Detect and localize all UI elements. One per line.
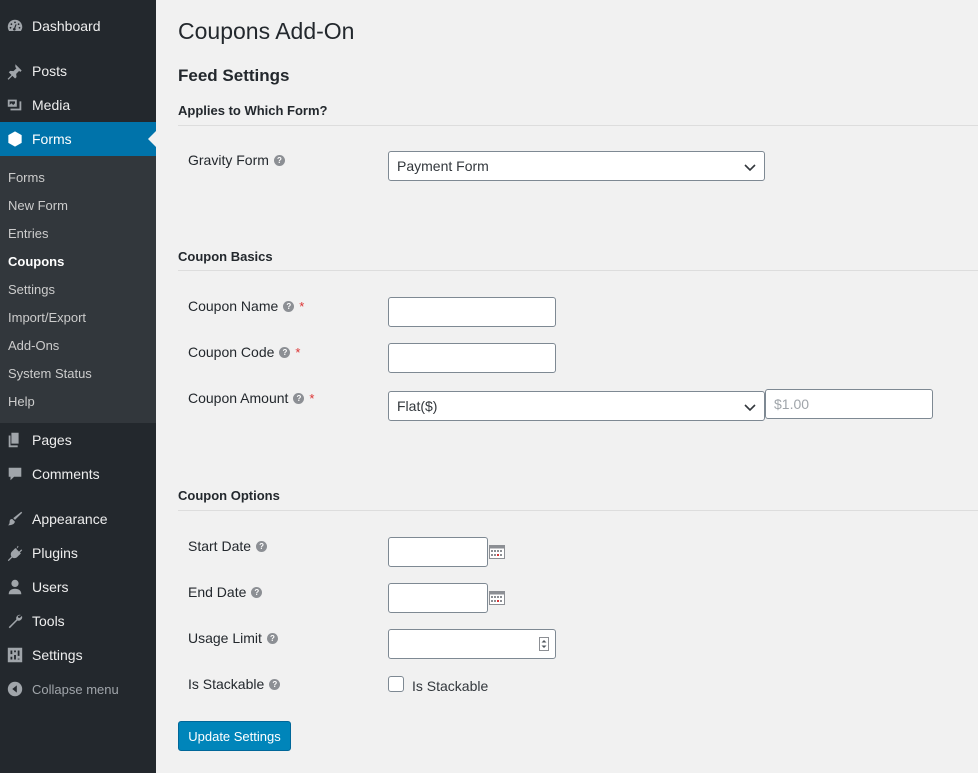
menu-posts[interactable]: Posts	[0, 54, 156, 88]
appearance-icon	[5, 509, 25, 529]
label-text: Gravity Form	[188, 152, 269, 168]
required-mark: *	[295, 344, 301, 360]
section-divider	[178, 270, 978, 271]
label-text: Usage Limit	[188, 630, 262, 646]
start-date-input[interactable]	[388, 537, 488, 567]
menu-label: Users	[32, 579, 69, 595]
help-icon[interactable]: ?	[279, 346, 291, 358]
dashboard-icon	[5, 16, 25, 36]
is-stackable-checkbox-label[interactable]: Is Stackable	[412, 678, 488, 694]
usage-limit-label: Usage Limit ?	[188, 630, 278, 646]
coupon-name-label: Coupon Name ? *	[188, 298, 304, 314]
select-value: Flat($)	[397, 398, 438, 414]
menu-label: Appearance	[32, 511, 108, 527]
users-icon	[5, 577, 25, 597]
section-title-applies: Applies to Which Form?	[178, 103, 328, 118]
help-icon[interactable]: ?	[269, 678, 281, 690]
is-stackable-checkbox[interactable]	[388, 676, 404, 692]
required-mark: *	[309, 390, 315, 406]
menu-users[interactable]: Users	[0, 570, 156, 604]
gravity-form-label: Gravity Form ?	[188, 152, 285, 168]
usage-limit-input[interactable]	[388, 629, 556, 659]
menu-plugins[interactable]: Plugins	[0, 536, 156, 570]
collapse-icon	[5, 679, 25, 699]
menu-media[interactable]: Media	[0, 88, 156, 122]
menu-label: Posts	[32, 63, 68, 79]
section-title-options: Coupon Options	[178, 488, 280, 503]
collapse-label: Collapse menu	[32, 681, 119, 697]
coupon-amount-label: Coupon Amount ? *	[188, 390, 314, 406]
menu-label: Dashboard	[32, 18, 101, 34]
submenu-coupons[interactable]: Coupons	[8, 254, 64, 269]
coupon-amount-type-select[interactable]: Flat($)	[388, 391, 765, 421]
forms-icon	[5, 129, 25, 149]
menu-label: Tools	[32, 613, 65, 629]
label-text: Is Stackable	[188, 676, 265, 692]
menu-pages[interactable]: Pages	[0, 423, 156, 457]
coupon-code-input[interactable]	[388, 343, 556, 373]
chevron-down-icon	[744, 404, 756, 412]
pin-icon	[5, 61, 25, 81]
menu-comments[interactable]: Comments	[0, 457, 156, 491]
menu-label: Settings	[32, 647, 83, 663]
menu-tools[interactable]: Tools	[0, 604, 156, 638]
update-settings-button[interactable]: Update Settings	[178, 721, 291, 751]
help-icon[interactable]: ?	[251, 586, 263, 598]
submenu-add-ons[interactable]: Add-Ons	[8, 338, 59, 353]
submenu-import-export[interactable]: Import/Export	[8, 310, 86, 325]
comments-icon	[5, 464, 25, 484]
menu-label: Comments	[32, 466, 100, 482]
collapse-menu-button[interactable]: Collapse menu	[0, 672, 156, 706]
section-title-basics: Coupon Basics	[178, 249, 273, 264]
calendar-icon[interactable]	[489, 545, 505, 559]
page-title: Coupons Add-On	[178, 18, 355, 44]
menu-forms[interactable]: Forms	[0, 122, 156, 156]
end-date-input[interactable]	[388, 583, 488, 613]
menu-appearance[interactable]: Appearance	[0, 502, 156, 536]
media-icon	[5, 95, 25, 115]
plugins-icon	[5, 543, 25, 563]
label-text: Coupon Code	[188, 344, 275, 360]
menu-label: Plugins	[32, 545, 78, 561]
label-text: Start Date	[188, 538, 252, 554]
menu-dashboard[interactable]: Dashboard	[0, 9, 156, 43]
end-date-label: End Date ?	[188, 584, 263, 600]
submenu-forms[interactable]: Forms	[8, 170, 45, 185]
pages-icon	[5, 430, 25, 450]
select-value: Payment Form	[397, 158, 489, 174]
admin-sidebar: Dashboard Posts Media Forms Forms New Fo…	[0, 0, 156, 773]
calendar-icon[interactable]	[489, 591, 505, 605]
help-icon[interactable]: ?	[256, 540, 268, 552]
gravity-form-select[interactable]: Payment Form	[388, 151, 765, 181]
submenu-settings[interactable]: Settings	[8, 282, 55, 297]
submenu-new-form[interactable]: New Form	[8, 198, 68, 213]
help-icon[interactable]: ?	[283, 300, 295, 312]
help-icon[interactable]: ?	[273, 154, 285, 166]
required-mark: *	[299, 298, 305, 314]
submenu-system-status[interactable]: System Status	[8, 366, 92, 381]
help-icon[interactable]: ?	[266, 632, 278, 644]
chevron-down-icon	[744, 164, 756, 172]
help-icon[interactable]: ?	[293, 392, 305, 404]
label-text: Coupon Amount	[188, 390, 289, 406]
submenu-entries[interactable]: Entries	[8, 226, 48, 241]
coupon-name-input[interactable]	[388, 297, 556, 327]
section-divider	[178, 510, 978, 511]
menu-label: Pages	[32, 432, 72, 448]
tools-icon	[5, 611, 25, 631]
section-divider	[178, 125, 978, 126]
is-stackable-label: Is Stackable ?	[188, 676, 281, 692]
label-text: Coupon Name	[188, 298, 279, 314]
number-spinner-icon[interactable]	[539, 637, 549, 651]
menu-settings[interactable]: Settings	[0, 638, 156, 672]
menu-label: Media	[32, 97, 71, 113]
submenu-help[interactable]: Help	[8, 394, 35, 409]
start-date-label: Start Date ?	[188, 538, 268, 554]
coupon-code-label: Coupon Code ? *	[188, 344, 300, 360]
menu-label: Forms	[32, 131, 72, 147]
settings-icon	[5, 645, 25, 665]
label-text: End Date	[188, 584, 247, 600]
coupon-amount-input[interactable]	[765, 389, 933, 419]
page-subtitle: Feed Settings	[178, 66, 290, 85]
